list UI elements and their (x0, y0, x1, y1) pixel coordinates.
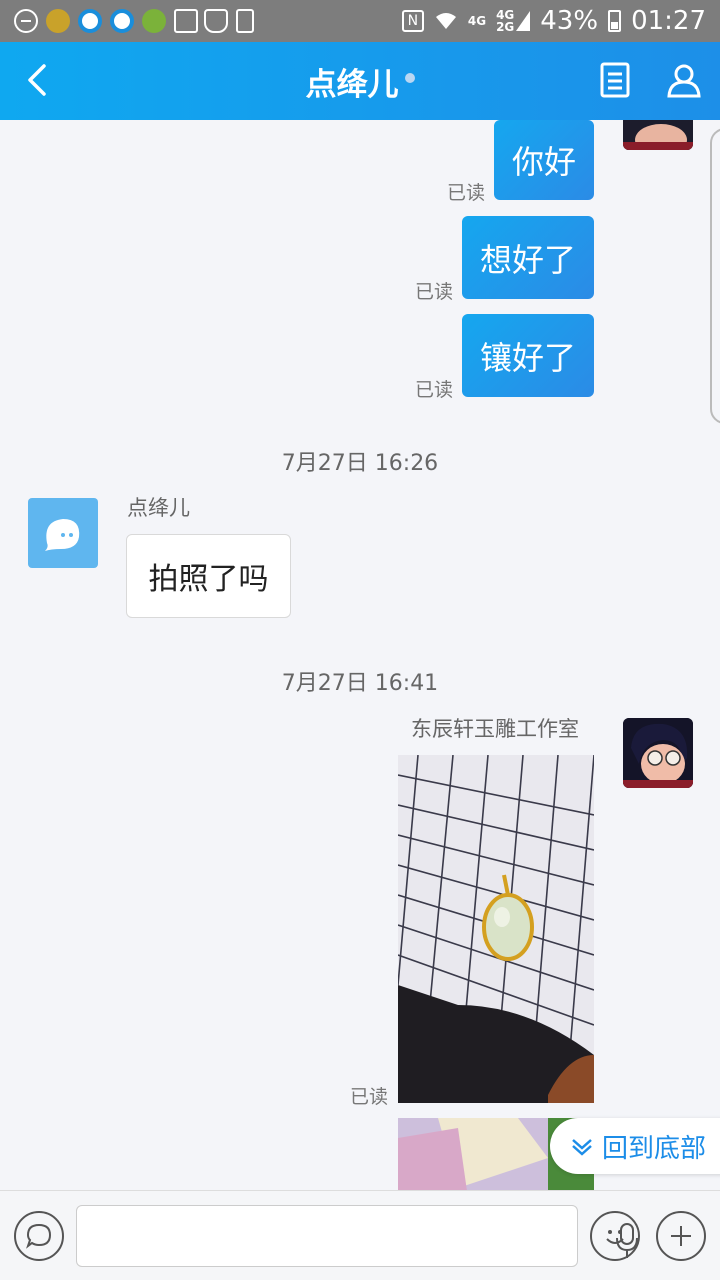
sender-name: 点绛儿 (127, 496, 190, 520)
message-bubble[interactable]: 镶好了 (462, 314, 594, 397)
avatar[interactable] (623, 120, 693, 150)
shield-icon (204, 9, 228, 33)
chevron-down-icon (572, 1139, 592, 1156)
back-to-bottom-label: 回到底部 (602, 1133, 707, 1164)
bot-avatar-icon (45, 519, 80, 551)
back-to-bottom-button[interactable]: 回到底部 (550, 1118, 720, 1174)
signal-icon (516, 11, 531, 31)
nfc-icon: N (401, 10, 424, 32)
image-icon (174, 9, 198, 33)
battery-icon (608, 10, 622, 32)
network-label: 4G (467, 14, 487, 28)
minus-circle-icon (14, 9, 38, 33)
message-text: 想好了 (479, 240, 576, 279)
document-icon[interactable] (598, 62, 634, 100)
plus-icon[interactable] (656, 1211, 706, 1261)
status-right: N 4G 4G 2G 43% 01:27 (401, 0, 706, 42)
message-text: 拍照了吗 (148, 562, 269, 597)
browser-notification-icon (78, 9, 102, 33)
profile-icon[interactable] (666, 62, 702, 100)
signal-indicator: 4G 2G (496, 9, 531, 34)
sender-name: 东辰轩玉雕工作室 (411, 717, 579, 741)
message-input[interactable] (76, 1205, 638, 1267)
chat-messages[interactable]: 你好 已读 想好了 已读 镶好了 已读 7月27日 16:26 点绛儿 拍照了吗… (0, 120, 720, 1190)
message-text: 你好 (511, 143, 576, 181)
chat-header: 点绛儿 (0, 42, 720, 120)
chat-title: 点绛儿 (305, 66, 399, 103)
chat-icon[interactable] (14, 1211, 64, 1261)
input-bar (0, 1190, 720, 1280)
avatar[interactable] (28, 498, 98, 568)
read-status: 已读 (415, 281, 454, 303)
battery-percent: 43% (540, 6, 599, 36)
read-status: 已读 (415, 379, 454, 401)
emoji-icon[interactable] (590, 1211, 640, 1261)
status-bar: N 4G 4G 2G 43% 01:27 (0, 0, 720, 42)
message-text: 镶好了 (479, 338, 576, 377)
recycle-icon (236, 9, 254, 33)
image-message[interactable] (398, 755, 594, 1103)
clock: 01:27 (631, 6, 706, 36)
read-status: 已读 (447, 182, 486, 204)
timestamp: 7月27日 16:26 (281, 451, 439, 476)
browser-notification-icon (110, 9, 134, 33)
message-bubble[interactable]: 你好 (494, 120, 594, 200)
read-status: 已读 (350, 1086, 389, 1108)
message-bubble[interactable]: 想好了 (462, 216, 594, 299)
wifi-icon (435, 13, 456, 29)
scroll-indicator (710, 128, 720, 424)
network-label-bottom: 2G (496, 20, 515, 34)
avatar[interactable] (623, 718, 693, 788)
timestamp: 7月27日 16:41 (281, 671, 439, 696)
status-dot (404, 73, 415, 83)
app-notification-icon (142, 9, 166, 33)
app-notification-icon (46, 9, 70, 33)
message-bubble[interactable]: 拍照了吗 (126, 534, 291, 618)
